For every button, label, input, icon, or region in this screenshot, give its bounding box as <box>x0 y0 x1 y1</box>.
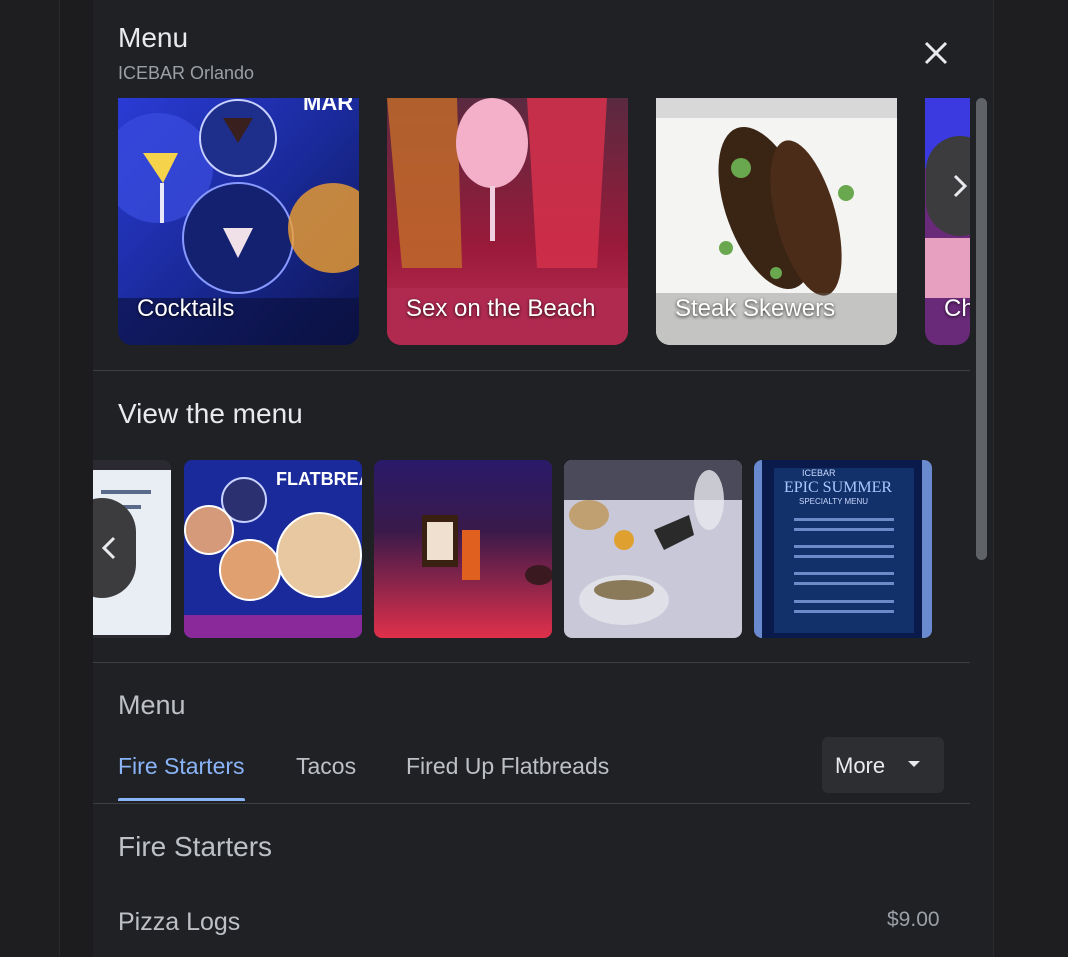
menu-item-name: Pizza Logs <box>118 908 241 936</box>
tab-tacos[interactable]: Tacos <box>296 753 356 780</box>
menu-item-price: $9.00 <box>887 908 940 931</box>
divider <box>93 370 970 371</box>
chevron-right-icon <box>953 174 968 198</box>
scrollbar-thumb[interactable] <box>976 98 987 560</box>
place-subtitle: ICEBAR Orlando <box>118 63 255 83</box>
page-title: Menu <box>118 22 189 53</box>
menu-tabs: Fire Starters Tacos Fired Up Flatbreads … <box>93 735 970 805</box>
dish-card-sex-on-the-beach[interactable]: Sex on the Beach <box>387 98 628 345</box>
menu-photo-image: FLATBREAD <box>184 460 362 638</box>
dish-card-steak-skewers[interactable]: Steak Skewers <box>656 98 897 345</box>
chevron-left-icon <box>101 536 116 560</box>
menu-photos-carousel: FLATBREAD <box>93 460 970 638</box>
scrollbar[interactable] <box>975 98 989 957</box>
tab-fired-up-flatbreads[interactable]: Fired Up Flatbreads <box>406 753 609 780</box>
divider <box>93 803 970 804</box>
popular-dishes-carousel: MAR Cocktails Sex on the Beach Steak Ske… <box>93 98 970 348</box>
menu-photo[interactable] <box>564 460 742 638</box>
close-icon <box>924 41 948 65</box>
menu-photo-image <box>374 460 552 638</box>
menu-photo-image <box>564 460 742 638</box>
panel-header: Menu ICEBAR Orlando <box>93 0 993 98</box>
svg-text:MAR: MAR <box>303 98 353 115</box>
dish-label: Sex on the Beach <box>406 295 596 322</box>
background-left <box>0 0 60 957</box>
menu-panel: Menu ICEBAR Orlando MAR Cocktails Sex on… <box>93 0 993 957</box>
more-label: More <box>835 753 886 778</box>
menu-photo[interactable]: FLATBREAD <box>184 460 362 638</box>
dish-label: Cocktails <box>137 295 235 322</box>
more-dropdown-button[interactable]: More <box>822 737 944 793</box>
svg-text:EPIC SUMMER: EPIC SUMMER <box>784 479 892 496</box>
carousel-prev-button[interactable] <box>93 498 136 598</box>
background-right <box>993 0 1068 957</box>
menu-section-label: Menu <box>118 690 186 720</box>
dish-label: Ch <box>944 295 970 322</box>
tab-fire-starters[interactable]: Fire Starters <box>118 753 245 780</box>
active-tab-indicator <box>118 798 245 801</box>
caret-down-icon <box>908 761 920 767</box>
dish-card-cocktails[interactable]: MAR Cocktails <box>118 98 359 345</box>
menu-photo-image: ICEBAR EPIC SUMMER SPECIALTY MENU <box>754 460 932 638</box>
menu-photo[interactable] <box>374 460 552 638</box>
svg-text:FLATBREAD: FLATBREAD <box>276 469 362 489</box>
svg-text:SPECIALTY MENU: SPECIALTY MENU <box>799 497 868 506</box>
svg-text:ICEBAR: ICEBAR <box>802 468 836 478</box>
close-button[interactable] <box>919 36 953 70</box>
carousel-next-button[interactable] <box>926 136 970 236</box>
view-menu-heading: View the menu <box>118 398 303 429</box>
category-title: Fire Starters <box>118 831 273 862</box>
divider <box>93 662 970 663</box>
dish-label: Steak Skewers <box>675 295 836 322</box>
menu-photo[interactable]: ICEBAR EPIC SUMMER SPECIALTY MENU <box>754 460 932 638</box>
